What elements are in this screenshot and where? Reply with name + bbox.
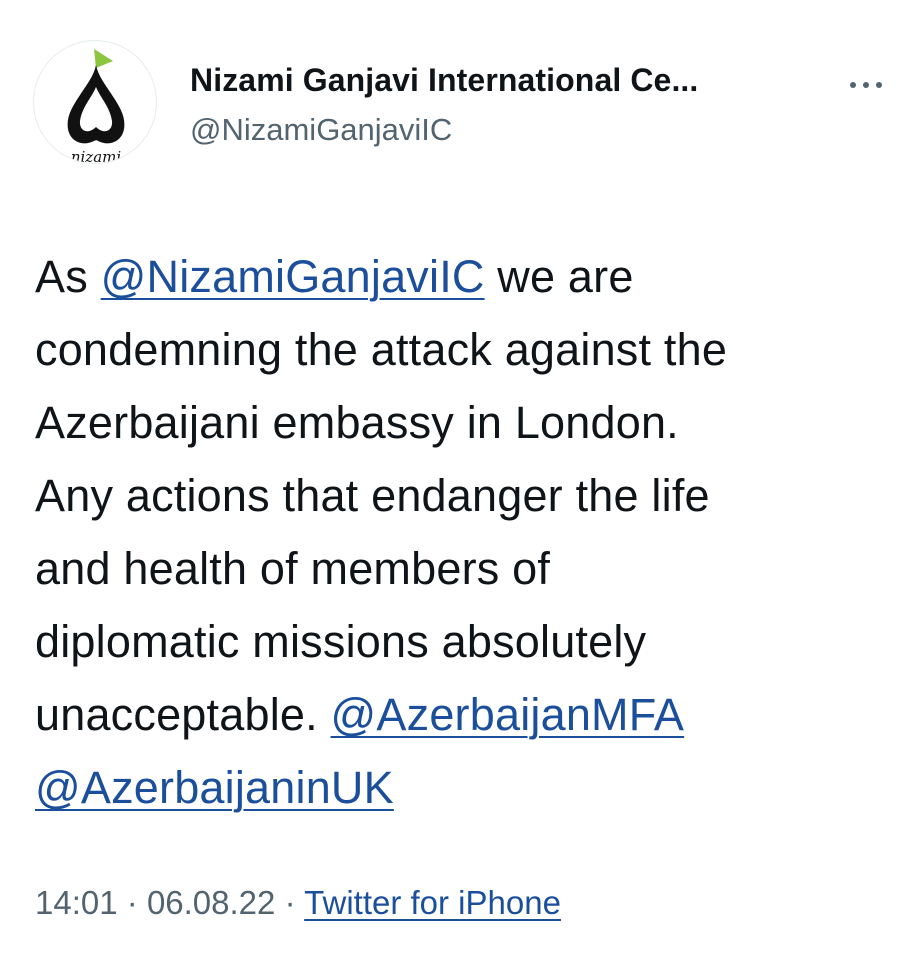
tweet-line: condemning the attack against the: [35, 324, 728, 375]
tweet-text: As @NizamiGanjaviIC we are condemning th…: [35, 240, 895, 824]
dot: [876, 82, 882, 88]
tweet-line: diplomatic missions absolutely: [35, 616, 647, 667]
tweet-line: Any actions that endanger the life: [35, 470, 710, 521]
text-segment: we are: [484, 251, 634, 302]
source-link[interactable]: Twitter for iPhone: [304, 884, 561, 921]
tweet-line: As @NizamiGanjaviIC we are: [35, 240, 895, 313]
tweet-line: @AzerbaijaninUK: [35, 751, 895, 824]
mention-link[interactable]: @NizamiGanjaviIC: [101, 251, 485, 302]
user-handle[interactable]: @NizamiGanjaviIC: [190, 112, 452, 148]
tweet-line: Azerbaijani embassy in London.: [35, 397, 679, 448]
tweet-date[interactable]: 06.08.22: [147, 884, 275, 921]
dot: [863, 82, 869, 88]
tweet-card: nizami Nizami Ganjavi International Ce..…: [0, 0, 924, 954]
avatar[interactable]: nizami: [33, 40, 157, 164]
tweet-time[interactable]: 14:01: [35, 884, 118, 921]
tweet-line: and health of members of: [35, 543, 551, 594]
mention-link[interactable]: @AzerbaijanMFA: [331, 689, 685, 740]
avatar-wordmark: nizami: [71, 148, 122, 164]
tweet-line: unacceptable. @AzerbaijanMFA: [35, 678, 895, 751]
more-dots-icon[interactable]: [846, 70, 886, 100]
meta-separator: ·: [284, 884, 296, 921]
text-segment: As: [35, 251, 101, 302]
text-segment: unacceptable.: [35, 689, 331, 740]
display-name[interactable]: Nizami Ganjavi International Ce...: [190, 62, 698, 99]
nizami-logo-icon: nizami: [67, 49, 125, 164]
dot: [850, 82, 856, 88]
mention-link[interactable]: @AzerbaijaninUK: [35, 762, 394, 813]
tweet-meta: 14:01 · 06.08.22 · Twitter for iPhone: [35, 884, 561, 922]
meta-separator: ·: [126, 884, 138, 921]
